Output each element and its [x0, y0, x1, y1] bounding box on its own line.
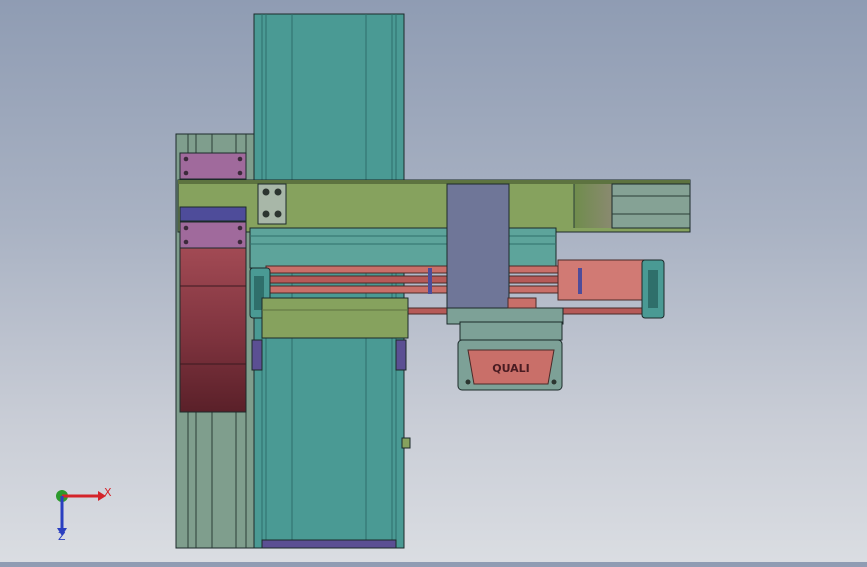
guide-end-cap-right	[641, 259, 665, 319]
junction-bolt-plate	[257, 183, 287, 225]
assembly-drawing: QUALI	[175, 13, 691, 549]
gripper-housing[interactable]: QUALI	[457, 339, 563, 391]
vertical-slide-carriage[interactable]	[446, 183, 510, 309]
x-axis-label: X	[104, 486, 112, 499]
z-axis-label: Z	[58, 530, 66, 543]
left-maroon-motor-block[interactable]	[179, 247, 247, 413]
left-indigo-bracket	[179, 206, 247, 222]
beam-lower-face	[249, 227, 557, 269]
horizontal-beam[interactable]	[177, 179, 691, 233]
cad-3d-viewport[interactable]: QUALI X Z	[0, 0, 867, 562]
left-purple-plate	[179, 152, 247, 180]
part-marking: QUALI	[492, 362, 530, 375]
axis-triad: X Z	[48, 484, 118, 544]
lower-olive-carriage	[261, 297, 409, 339]
left-lower-plate	[179, 221, 247, 249]
